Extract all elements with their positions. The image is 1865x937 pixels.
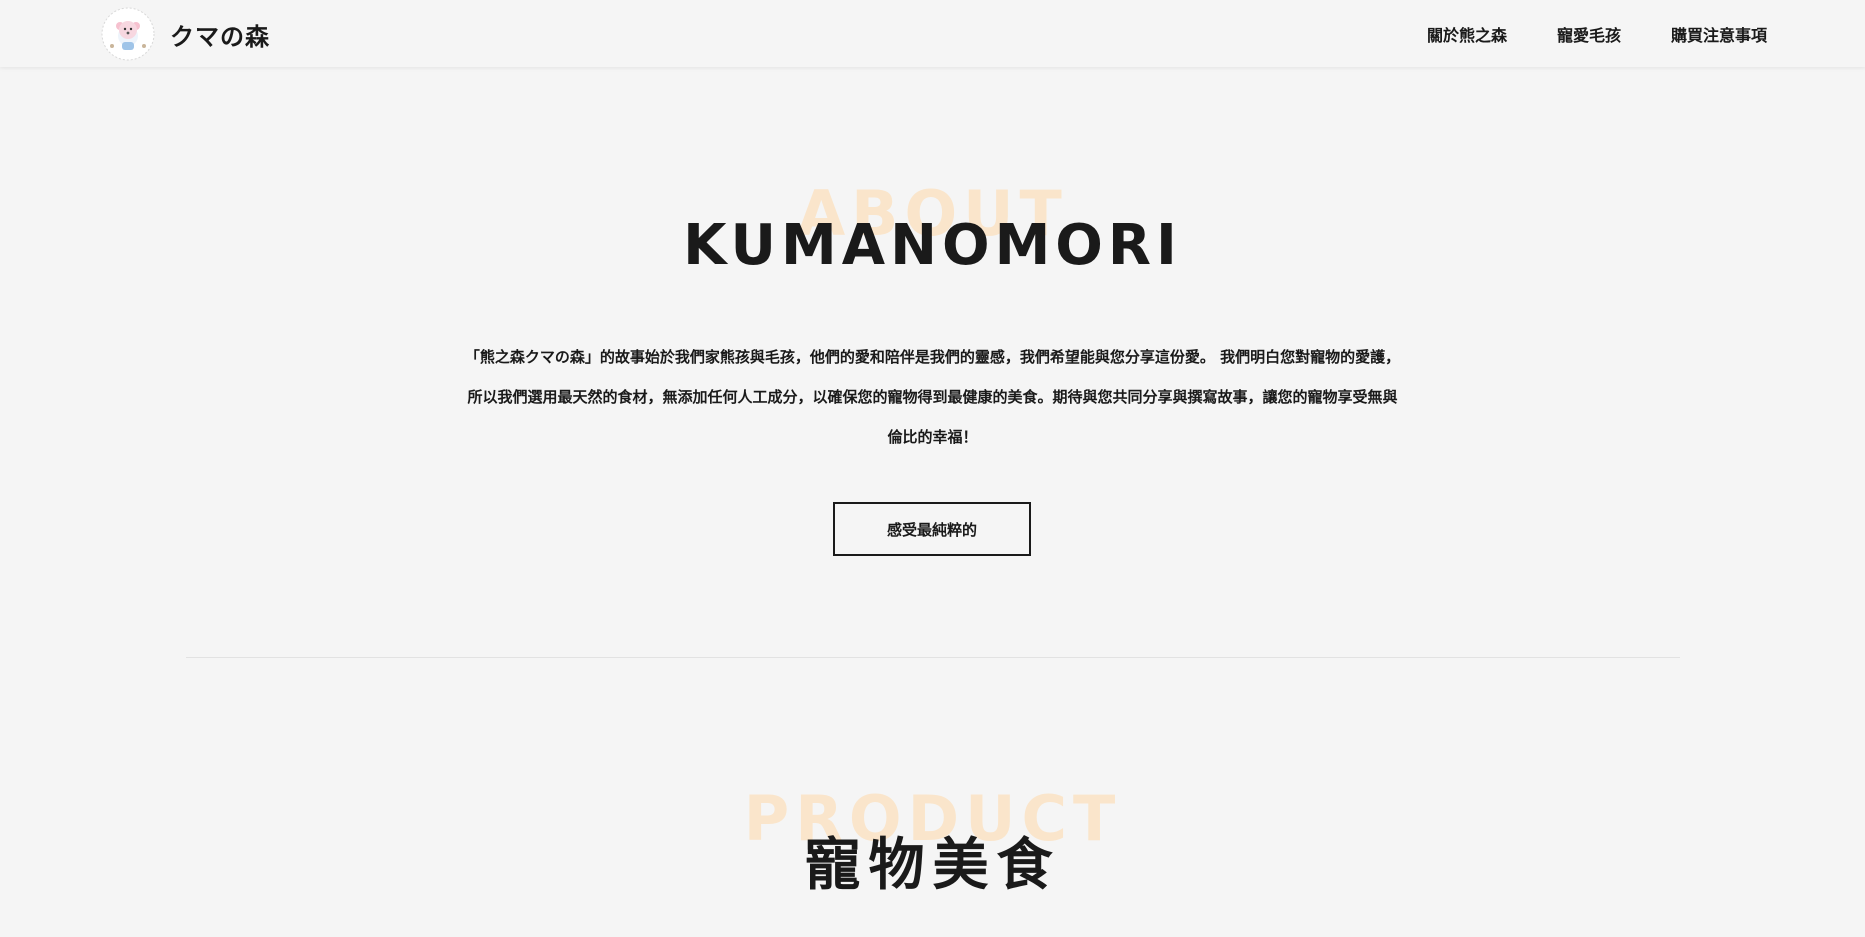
product-section: PRODUCT 寵物美食 xyxy=(0,782,1865,902)
main-nav: 關於熊之森 寵愛毛孩 購買注意事項 xyxy=(1377,0,1767,67)
section-divider xyxy=(186,657,1680,658)
about-description: 「熊之森クマの森」的故事始於我們家熊孩與毛孩，他們的愛和陪伴是我們的靈感，我們希… xyxy=(464,348,1401,446)
navbar: クマの森 關於熊之森 寵愛毛孩 購買注意事項 xyxy=(0,0,1865,67)
nav-link-about[interactable]: 關於熊之森 xyxy=(1427,22,1507,46)
brand-name: クマの森 xyxy=(170,22,270,51)
bear-logo-icon xyxy=(101,7,155,61)
nav-link-purchase-notes[interactable]: 購買注意事項 xyxy=(1671,22,1767,46)
brand-link[interactable]: クマの森 xyxy=(100,6,270,62)
product-title: 寵物美食 xyxy=(804,833,1061,898)
about-heading: ABOUT KUMANOMORI xyxy=(0,177,1865,287)
nav-link-pets[interactable]: 寵愛毛孩 xyxy=(1557,22,1621,46)
cta-button[interactable]: 感受最純粹的 xyxy=(833,502,1031,556)
about-title: KUMANOMORI xyxy=(683,213,1182,278)
